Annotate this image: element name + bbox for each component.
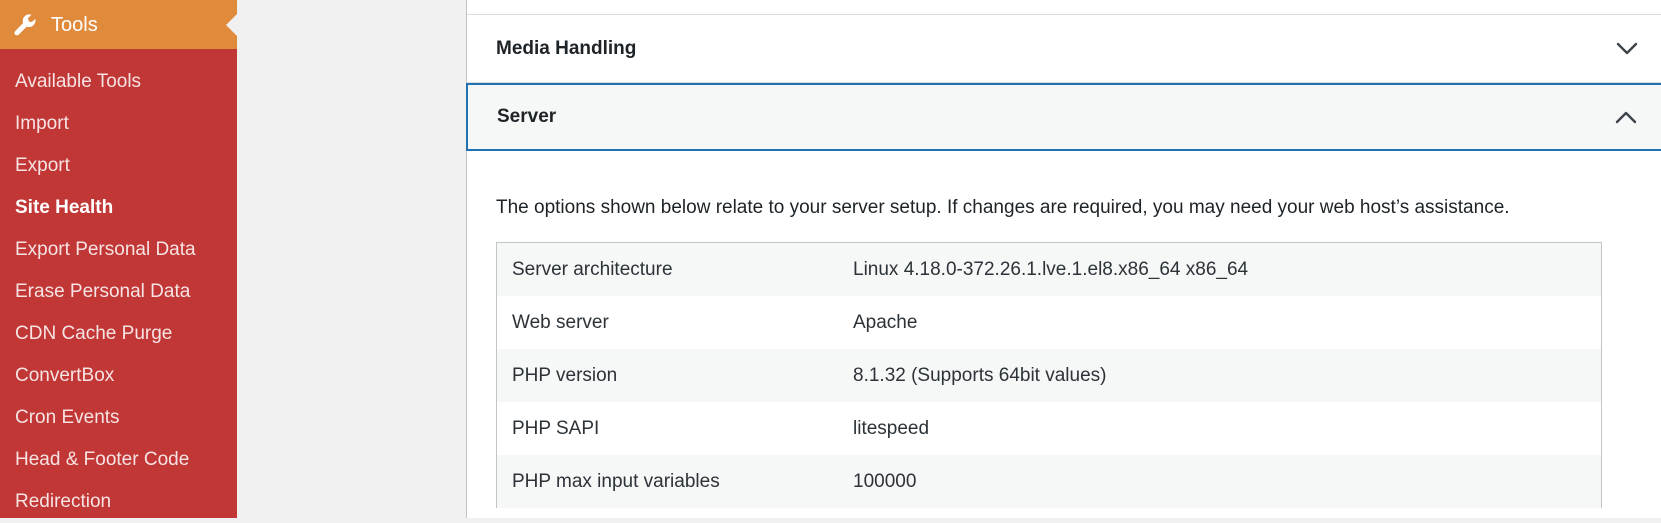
admin-sidebar: Tools Available Tools Import Export Site… [0,0,237,518]
table-row: PHP version 8.1.32 (Supports 64bit value… [497,349,1601,402]
row-key: PHP version [512,365,618,386]
submenu-item-site-health[interactable]: Site Health [0,187,237,229]
submenu-item-cdn-cache-purge[interactable]: CDN Cache Purge [0,313,237,355]
row-value: litespeed [853,418,930,439]
sidebar-menu-tools-label: Tools [51,14,98,36]
submenu-item-export[interactable]: Export [0,145,237,187]
row-key: PHP max input variables [512,471,720,492]
row-value: Linux 4.18.0-372.26.1.lve.1.el8.x86_64 x… [853,259,1249,280]
submenu-item-erase-personal-data[interactable]: Erase Personal Data [0,271,237,313]
table-row: Web server Apache [497,296,1601,349]
row-value: Apache [853,312,918,333]
accordion-server[interactable]: Server [466,83,1661,151]
server-description: The options shown below relate to your s… [496,197,1510,218]
submenu-item-convertbox[interactable]: ConvertBox [0,355,237,397]
chevron-up-icon [1615,111,1637,124]
server-info-table: Server architecture Linux 4.18.0-372.26.… [496,242,1602,508]
table-row: PHP SAPI litespeed [497,402,1601,455]
accordion-media-handling[interactable]: Media Handling [467,15,1661,82]
tools-submenu: Available Tools Import Export Site Healt… [0,61,237,523]
submenu-item-cron-events[interactable]: Cron Events [0,397,237,439]
submenu-item-export-personal-data[interactable]: Export Personal Data [0,229,237,271]
row-value: 100000 [853,471,917,492]
site-health-info-card: Media Handling Server The options shown … [466,0,1661,518]
submenu-item-head-footer-code[interactable]: Head & Footer Code [0,439,237,481]
submenu-item-redirection[interactable]: Redirection [0,481,237,523]
row-key: PHP SAPI [512,418,600,439]
row-key: Server architecture [512,259,673,280]
wrench-icon [12,12,38,38]
accordion-title: Server [497,106,557,127]
submenu-item-import[interactable]: Import [0,103,237,145]
table-row: PHP max input variables 100000 [497,455,1601,508]
sidebar-menu-tools[interactable]: Tools [0,0,237,49]
table-row: Server architecture Linux 4.18.0-372.26.… [497,243,1601,296]
chevron-down-icon [1616,42,1638,55]
submenu-item-available-tools[interactable]: Available Tools [0,61,237,103]
row-key: Web server [512,312,609,333]
accordion-title: Media Handling [496,38,637,59]
row-value: 8.1.32 (Supports 64bit values) [853,365,1107,386]
current-menu-arrow [226,14,237,36]
